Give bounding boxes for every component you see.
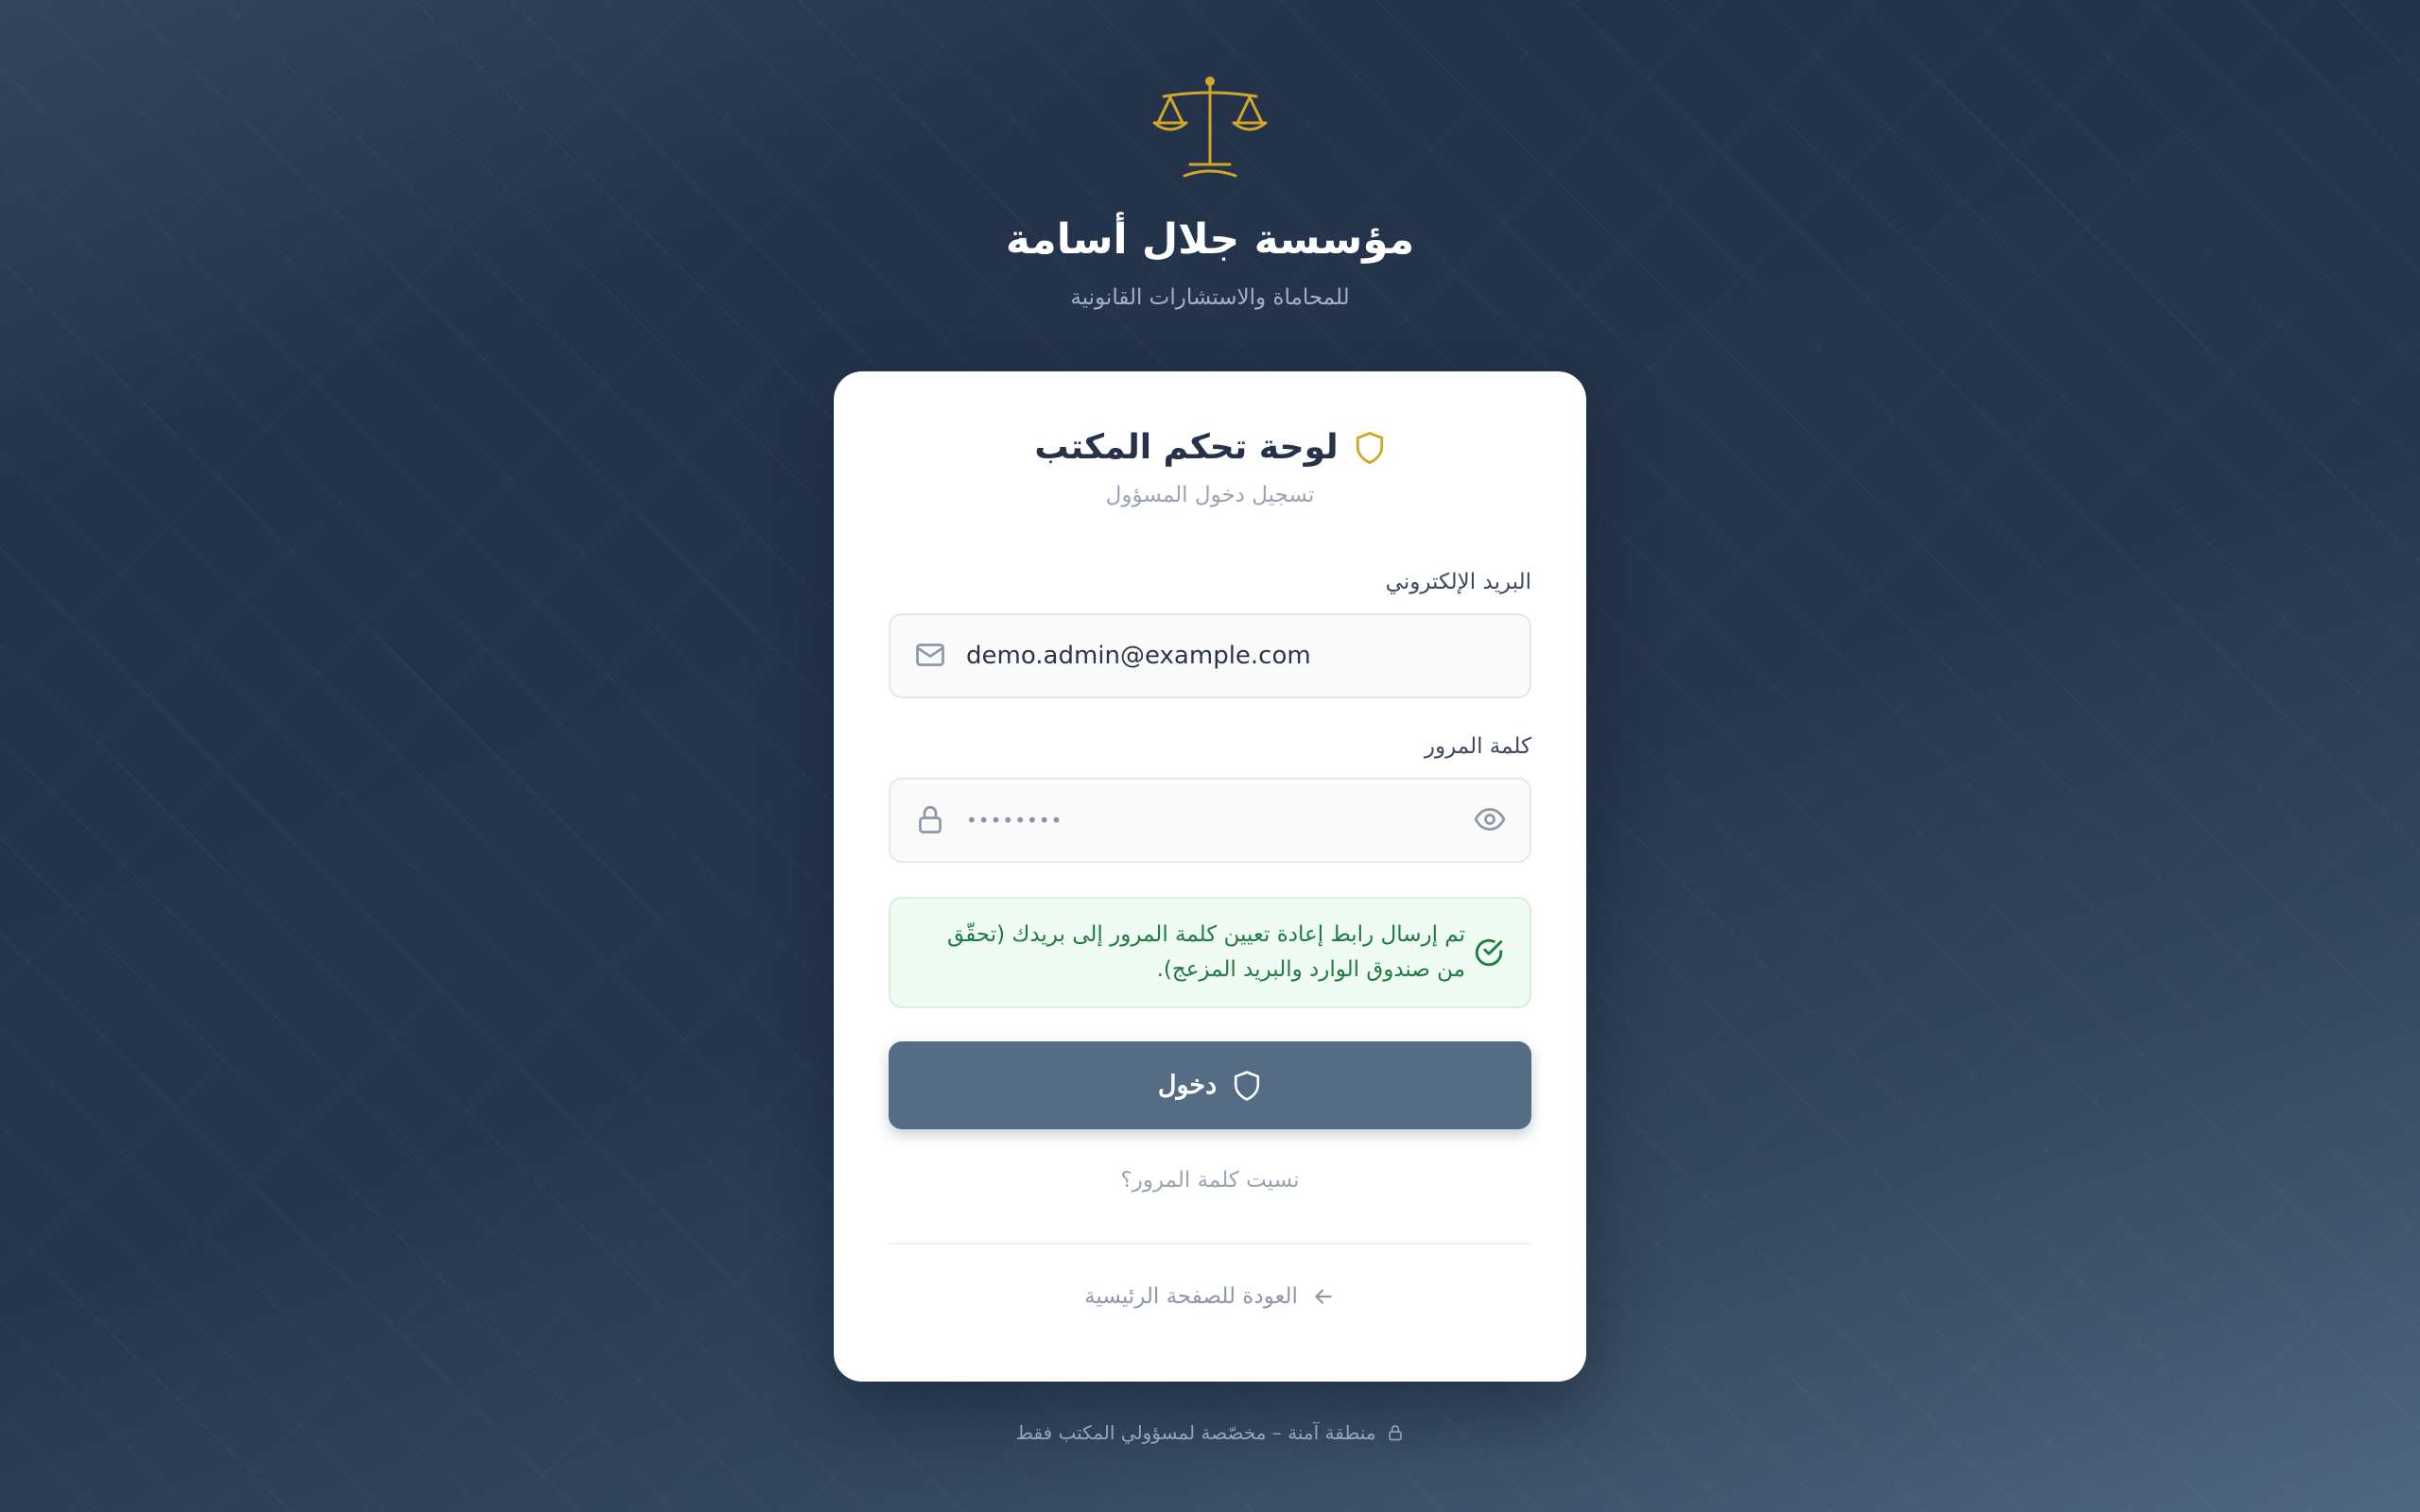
- footer-text: منطقة آمنة – مخصّصة لمسؤولي المكتب فقط: [1015, 1421, 1376, 1444]
- success-alert: تم إرسال رابط إعادة تعيين كلمة المرور إل…: [889, 897, 1531, 1008]
- password-field[interactable]: ••••••••: [889, 778, 1531, 863]
- login-button[interactable]: دخول: [889, 1041, 1531, 1129]
- password-label: كلمة المرور: [1424, 734, 1531, 759]
- login-card: لوحة تحكم المكتب تسجيل دخول المسؤول البر…: [834, 371, 1586, 1382]
- eye-icon[interactable]: [1473, 802, 1507, 836]
- login-button-label: دخول: [1157, 1071, 1218, 1099]
- email-label: البريد الإلكتروني: [1385, 570, 1531, 594]
- arrow-left-icon: [1315, 1289, 1332, 1304]
- card-header: لوحة تحكم المكتب: [834, 428, 1586, 467]
- card-subtitle: تسجيل دخول المسؤول: [1105, 483, 1315, 507]
- shield-icon: [1356, 431, 1383, 464]
- check-circle-icon: [1475, 938, 1503, 967]
- password-value: ••••••••: [966, 809, 1063, 832]
- email-value: demo.admin@example.com: [966, 642, 1311, 670]
- card-title: لوحة تحكم المكتب: [1034, 428, 1339, 467]
- shield-icon: [1235, 1070, 1260, 1101]
- firm-name: مؤسسة جلال أسامة: [1005, 215, 1415, 264]
- forgot-password-link[interactable]: نسيت كلمة المرور؟: [834, 1168, 1586, 1193]
- email-field[interactable]: demo.admin@example.com: [889, 613, 1531, 698]
- lock-icon: [1388, 1425, 1402, 1441]
- alert-message: تم إرسال رابط إعادة تعيين كلمة المرور إل…: [947, 922, 1465, 982]
- footer-security-note: منطقة آمنة – مخصّصة لمسؤولي المكتب فقط: [0, 1421, 2420, 1444]
- lock-icon: [919, 805, 942, 833]
- divider: [889, 1243, 1531, 1245]
- mail-icon: [916, 644, 944, 666]
- scales-of-justice-icon: [1152, 77, 1268, 178]
- back-home-link[interactable]: العودة للصفحة الرئيسية: [834, 1284, 1586, 1309]
- firm-tagline: للمحاماة والاستشارات القانونية: [1070, 285, 1350, 310]
- back-home-label: العودة للصفحة الرئيسية: [1084, 1284, 1298, 1309]
